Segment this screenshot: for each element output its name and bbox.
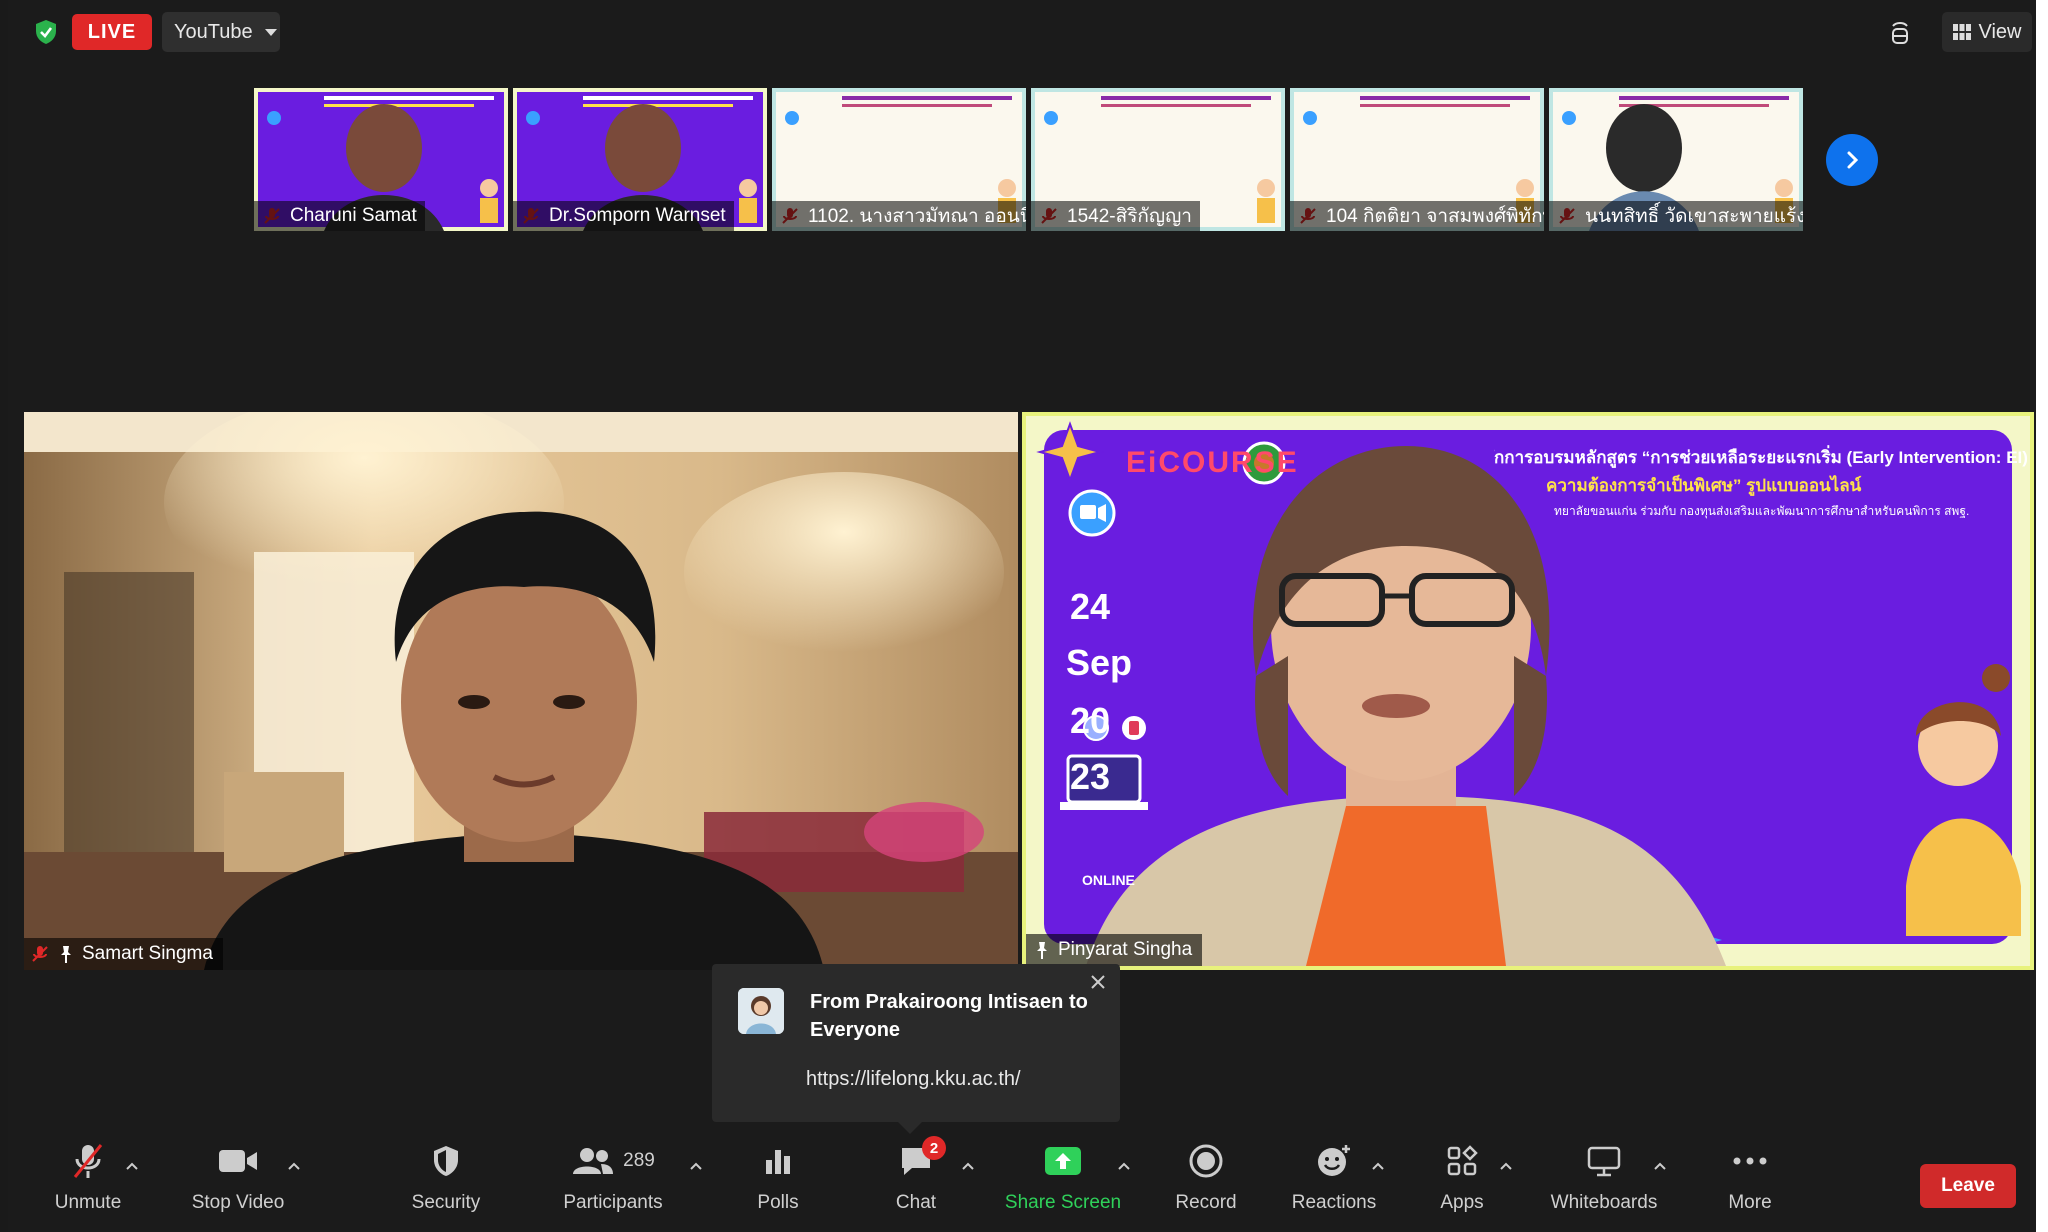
more-ellipsis-icon — [1733, 1157, 1767, 1165]
thumbnail-name: นนทสิทธิ์ วัดเขาสะพายแร้ง — [1549, 201, 1803, 231]
thumbnail-name: Charuni Samat — [254, 201, 425, 231]
participant-name-label: Samart Singma — [24, 938, 223, 970]
chevron-up-icon[interactable] — [688, 1160, 704, 1172]
window-edge — [2036, 0, 2048, 1232]
video-tile-samart-singma[interactable]: Samart Singma — [24, 412, 1018, 970]
video-camera-icon — [219, 1150, 257, 1172]
participants-label: Participants — [563, 1192, 663, 1213]
apps-label: Apps — [1440, 1192, 1484, 1213]
chevron-right-icon — [1847, 151, 1859, 169]
security-shield-icon — [434, 1146, 458, 1176]
chat-button[interactable]: 2 Chat — [876, 1130, 956, 1232]
record-icon — [1189, 1144, 1223, 1178]
chevron-up-icon[interactable] — [1116, 1160, 1132, 1172]
participants-icon — [573, 1148, 614, 1174]
share-screen-icon — [1045, 1147, 1081, 1175]
encryption-shield-icon[interactable] — [32, 18, 60, 46]
security-label: Security — [411, 1192, 481, 1213]
unmute-button[interactable]: Unmute — [38, 1130, 138, 1232]
record-label: Record — [1175, 1192, 1237, 1213]
top-bar: LIVE YouTube View — [8, 0, 2036, 64]
apps-button[interactable]: Apps — [1422, 1130, 1502, 1232]
slide-title-line-3: ิทยาลัยขอนแก่น ร่วมกับ กองทุนส่งเสริมและ… — [1554, 504, 1970, 518]
grid-view-icon — [1952, 24, 1971, 40]
chevron-up-icon[interactable] — [1652, 1160, 1668, 1172]
chat-message-link[interactable]: https://lifelong.kku.ac.th/ — [806, 1068, 1021, 1091]
slide-title-line-2: ีความต้องการจำเป็นพิเศษ” รูปแบบออนไลน์ — [1546, 476, 1862, 495]
chat-unread-badge: 2 — [922, 1136, 946, 1160]
meeting-controls-toolbar: Unmute Stop Video Security 289 Participa… — [8, 1130, 2036, 1232]
thumbnail-name: 104 กิตติยา จาสมพงศ์พิทักษ์ — [1290, 201, 1544, 231]
thumbnail-name: 1102. นางสาวมัทณา ออนนิ่ม — [772, 201, 1026, 231]
share-screen-label: Share Screen — [1004, 1192, 1122, 1213]
next-page-button[interactable] — [1826, 134, 1878, 186]
apps-icon — [1447, 1145, 1478, 1176]
chevron-down-icon — [264, 28, 277, 36]
thumbnail-tile[interactable]: Dr.Somporn Warnset — [513, 88, 767, 231]
muted-mic-icon — [32, 946, 48, 962]
view-button[interactable]: View — [1942, 12, 2032, 52]
thumbnail-tile[interactable]: 104 กิตติยา จาสมพงศ์พิทักษ์ — [1290, 88, 1544, 231]
whiteboards-label: Whiteboards — [1550, 1192, 1658, 1213]
share-screen-button[interactable]: Share Screen — [998, 1130, 1128, 1232]
chevron-up-icon[interactable] — [124, 1160, 140, 1172]
video-feed-room — [24, 412, 1018, 970]
more-button[interactable]: More — [1710, 1130, 1790, 1232]
security-button[interactable]: Security — [396, 1130, 496, 1232]
thumbnail-tile[interactable]: 1102. นางสาวมัทณา ออนนิ่ม — [772, 88, 1026, 231]
muted-mic-icon — [73, 1144, 103, 1178]
chevron-up-icon[interactable] — [1370, 1160, 1386, 1172]
chat-sender-line: From Prakairoong Intisaen to Everyone — [810, 991, 1088, 1041]
slide-date-year-1: 20 — [1070, 700, 1111, 741]
slide-laptop-text: ONLINE — [1082, 872, 1135, 888]
thumbnail-name: 1542-สิริกัญญา — [1031, 201, 1200, 231]
chevron-up-icon[interactable] — [1498, 1160, 1514, 1172]
chevron-up-icon[interactable] — [286, 1160, 302, 1172]
reactions-button[interactable]: Reactions — [1284, 1130, 1384, 1232]
participant-name: Pinyarat Singha — [1058, 939, 1193, 960]
whiteboards-button[interactable]: Whiteboards — [1544, 1130, 1664, 1232]
participants-button[interactable]: 289 Participants — [548, 1130, 678, 1232]
reactions-label: Reactions — [1291, 1192, 1377, 1213]
chevron-up-icon[interactable] — [960, 1160, 976, 1172]
immersive-view-icon[interactable] — [1884, 16, 1916, 48]
participants-count: 289 — [623, 1150, 655, 1171]
polls-label: Polls — [757, 1192, 799, 1213]
polls-bar-chart-icon — [766, 1150, 790, 1174]
polls-button[interactable]: Polls — [738, 1130, 818, 1232]
video-tile-pinyarat-singha[interactable]: EiCOURSE ึกการอบรมหลักสูตร “การช่วยเหลือ… — [1022, 412, 2034, 970]
slide-date-year-2: 23 — [1070, 756, 1111, 797]
stream-target-dropdown[interactable]: YouTube — [162, 12, 280, 52]
thumbnail-tile[interactable]: Charuni Samat — [254, 88, 508, 231]
whiteboard-icon — [1587, 1146, 1621, 1177]
thumbnail-tile[interactable]: 1542-สิริกัญญา — [1031, 88, 1285, 231]
chat-notification-popup[interactable]: From Prakairoong Intisaen to Everyone ht… — [712, 964, 1120, 1134]
stop-video-label: Stop Video — [191, 1192, 285, 1213]
stream-target-label: YouTube — [174, 20, 253, 43]
thumbnail-tile[interactable]: นนทสิทธิ์ วัดเขาสะพายแร้ง — [1549, 88, 1803, 231]
sender-avatar — [738, 988, 784, 1034]
stop-video-button[interactable]: Stop Video — [178, 1130, 298, 1232]
pin-icon — [1037, 942, 1047, 959]
slide-date-day: 24 — [1070, 586, 1111, 627]
live-badge[interactable]: LIVE — [72, 14, 152, 50]
participant-name: Samart Singma — [82, 943, 213, 964]
more-label: More — [1728, 1192, 1772, 1213]
pin-icon — [61, 946, 71, 963]
slide-logo: EiCOURSE — [1126, 446, 1299, 479]
record-button[interactable]: Record — [1166, 1130, 1246, 1232]
chat-label: Chat — [895, 1192, 937, 1213]
close-icon[interactable] — [1090, 974, 1106, 990]
participant-name-label: Pinyarat Singha — [1026, 934, 1203, 966]
slide-title-line-1: ึกการอบรมหลักสูตร “การช่วยเหลือระยะแรกเร… — [1494, 448, 2028, 467]
slide-date-month: Sep — [1066, 642, 1133, 683]
unmute-label: Unmute — [54, 1192, 122, 1213]
leave-button[interactable]: Leave — [1920, 1164, 2016, 1208]
thumbnail-name: Dr.Somporn Warnset — [513, 201, 734, 231]
view-label: View — [1978, 20, 2022, 43]
meeting-window: LIVE YouTube View Charuni Samat Dr.Sompor… — [8, 0, 2036, 1232]
reactions-smiley-icon — [1318, 1145, 1350, 1176]
